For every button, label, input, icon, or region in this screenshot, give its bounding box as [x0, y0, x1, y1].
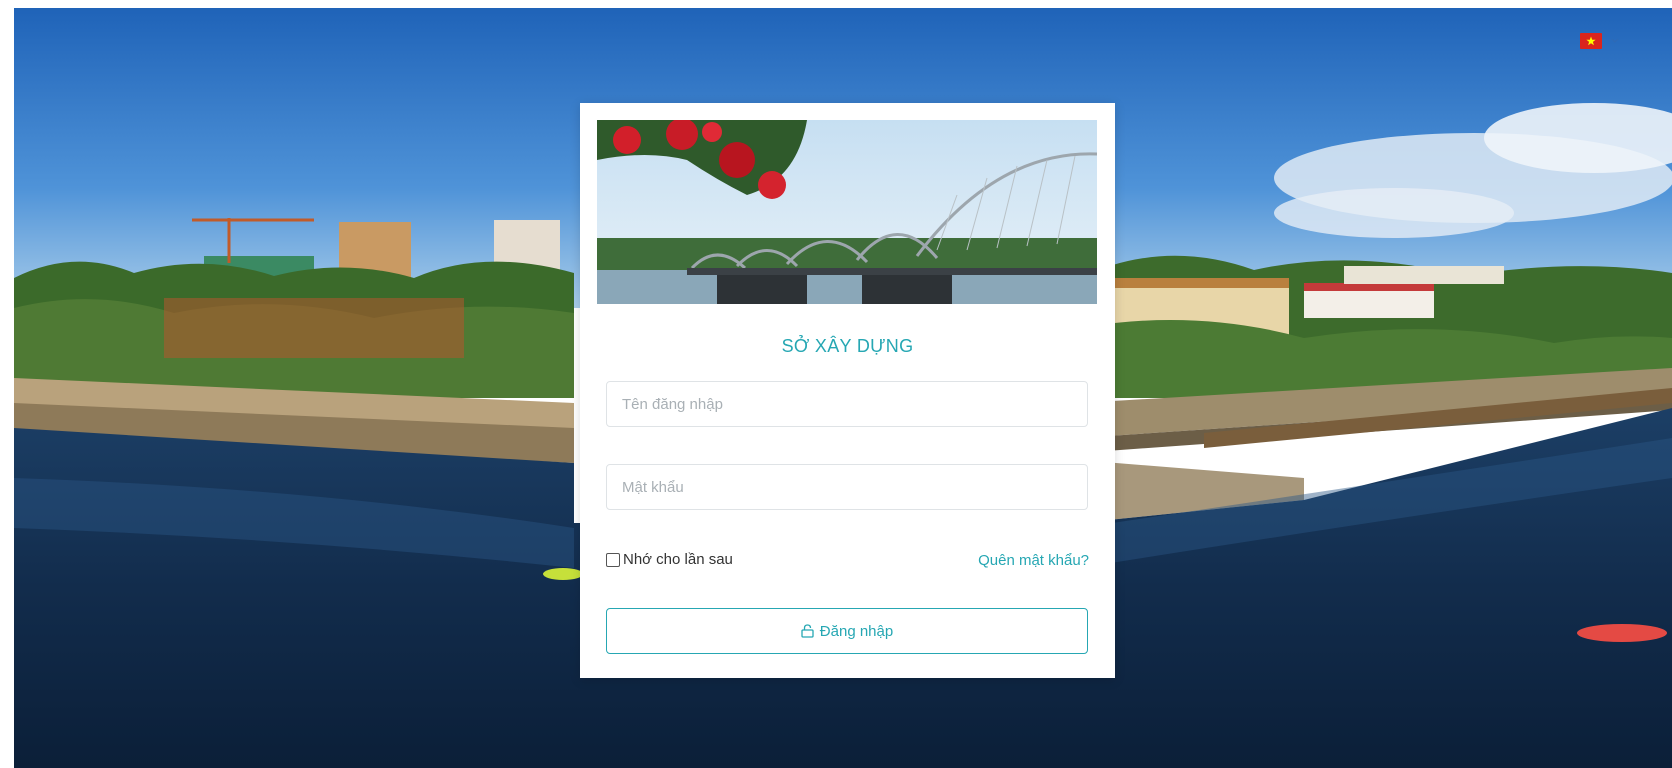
chevron-down-icon[interactable] [1610, 36, 1620, 46]
login-button-label: Đăng nhập [819, 622, 894, 640]
username-input[interactable] [606, 381, 1088, 427]
login-card: SỞ XÂY DỰNG Nhớ cho lần sau Quên mật khẩ… [580, 103, 1115, 678]
login-button[interactable]: Đăng nhập [606, 608, 1088, 654]
language-flag-button[interactable] [1580, 33, 1602, 49]
vietnam-flag-icon [1586, 36, 1596, 46]
banner-image [597, 120, 1097, 304]
remember-me-label: Nhớ cho lần sau [623, 551, 733, 568]
page-title: SỞ XÂY DỰNG [781, 336, 914, 356]
checkbox-icon[interactable] [606, 552, 620, 567]
forgot-password-link[interactable]: Quên mật khẩu? [978, 552, 1089, 569]
password-input[interactable] [606, 464, 1088, 510]
login-page: SỞ XÂY DỰNG Nhớ cho lần sau Quên mật khẩ… [14, 8, 1672, 768]
lock-icon [801, 624, 814, 638]
remember-me-checkbox[interactable]: Nhớ cho lần sau [606, 551, 733, 568]
